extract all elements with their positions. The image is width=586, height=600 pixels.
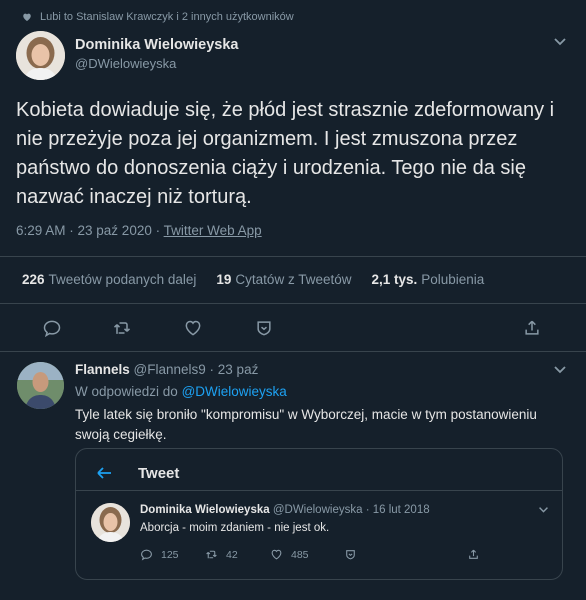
avatar-photo bbox=[16, 31, 65, 80]
chevron-down-icon[interactable] bbox=[553, 365, 567, 375]
quoted-reply-count: 125 bbox=[161, 548, 179, 561]
share-icon bbox=[469, 549, 478, 559]
reply-author-name[interactable]: Flannels bbox=[75, 362, 130, 377]
like-icon[interactable] bbox=[183, 318, 203, 338]
quoted-text: Aborcja - moim zdaniem - nie jest ok. bbox=[140, 522, 330, 534]
reply-text: Tyle latek się broniło "kompromisu" w Wy… bbox=[75, 407, 537, 442]
quoted-share-action[interactable] bbox=[467, 548, 488, 561]
divider bbox=[76, 490, 562, 491]
heart-icon bbox=[23, 13, 31, 21]
avatar-photo bbox=[17, 362, 64, 409]
quoted-date[interactable]: · 16 lut 2018 bbox=[366, 504, 430, 516]
likes-label: Polubienia bbox=[421, 272, 485, 287]
quotes-count: 19 bbox=[216, 272, 232, 287]
divider bbox=[0, 303, 586, 304]
back-arrow-icon[interactable] bbox=[96, 466, 112, 480]
quoted-like-action[interactable]: 485 bbox=[270, 548, 309, 561]
reply-date[interactable]: · 23 paź bbox=[210, 362, 259, 377]
chevron-down-icon[interactable] bbox=[538, 506, 549, 514]
reply-icon bbox=[141, 549, 152, 561]
quoted-retweet-action[interactable]: 42 bbox=[205, 548, 238, 561]
quoted-header-title: Tweet bbox=[138, 465, 180, 482]
quotes-stat[interactable]: 19 Cytatów z Tweetów bbox=[216, 272, 351, 287]
like-icon bbox=[271, 549, 282, 560]
avatar-photo bbox=[91, 503, 130, 542]
tweet-stats: 226 Tweetów podanych dalej 19 Cytatów z Tw… bbox=[22, 272, 504, 287]
quoted-header: Dominika Wielowieyska @DWielowieyska · 1… bbox=[140, 504, 430, 516]
quoted-bookmark-action[interactable] bbox=[344, 548, 365, 561]
retweet-icon bbox=[206, 550, 217, 559]
tweet-timestamp[interactable]: 6:29 AM · 23 paź 2020 · bbox=[16, 223, 164, 238]
bookmark-shield-icon bbox=[346, 550, 355, 560]
reply-to-line: W odpowiedzi do @DWielowieyska bbox=[75, 384, 287, 399]
reply-to-link[interactable]: @DWielowieyska bbox=[182, 384, 287, 399]
retweets-stat[interactable]: 226 Tweetów podanych dalej bbox=[22, 272, 196, 287]
share-icon[interactable] bbox=[522, 318, 542, 338]
retweets-label: Tweetów podanych dalej bbox=[48, 272, 197, 287]
quoted-retweet-count: 42 bbox=[226, 548, 238, 561]
liked-by-context[interactable]: Lubi to Stanislaw Krawczyk i 2 innych uż… bbox=[22, 11, 294, 23]
quoted-author-name[interactable]: Dominika Wielowieyska bbox=[140, 504, 270, 516]
reply-author-handle[interactable]: @Flannels9 bbox=[134, 362, 206, 377]
chevron-down-icon[interactable] bbox=[553, 37, 567, 47]
likes-stat[interactable]: 2,1 tys. Polubienia bbox=[371, 272, 484, 287]
quoted-like-count: 485 bbox=[291, 548, 309, 561]
divider bbox=[0, 256, 586, 257]
quoted-author-handle[interactable]: @DWielowieyska bbox=[273, 504, 363, 516]
reply-to-prefix: W odpowiedzi do bbox=[75, 384, 182, 399]
tweet-text: Kobieta dowiaduje się, że płód jest stra… bbox=[16, 99, 555, 208]
liked-by-text: Lubi to Stanislaw Krawczyk i 2 innych uż… bbox=[40, 11, 294, 23]
reply-header: Flannels @Flannels9 · 23 paź bbox=[75, 362, 258, 377]
avatar[interactable] bbox=[91, 503, 130, 542]
avatar[interactable] bbox=[17, 362, 64, 409]
tweet-source-link[interactable]: Twitter Web App bbox=[164, 223, 262, 238]
tweet-meta: 6:29 AM · 23 paź 2020 · Twitter Web App bbox=[16, 223, 262, 238]
quoted-reply-action[interactable]: 125 bbox=[140, 548, 179, 561]
likes-count: 2,1 tys. bbox=[371, 272, 418, 287]
reply-icon[interactable] bbox=[42, 318, 62, 338]
author-handle[interactable]: @DWielowieyska bbox=[75, 56, 176, 71]
avatar[interactable] bbox=[16, 31, 65, 80]
retweets-count: 226 bbox=[22, 272, 45, 287]
author-name[interactable]: Dominika Wielowieyska bbox=[75, 37, 238, 53]
retweet-icon[interactable] bbox=[112, 318, 132, 338]
bookmark-shield-icon[interactable] bbox=[254, 318, 274, 338]
divider bbox=[0, 351, 586, 352]
quotes-label: Cytatów z Tweetów bbox=[235, 272, 352, 287]
